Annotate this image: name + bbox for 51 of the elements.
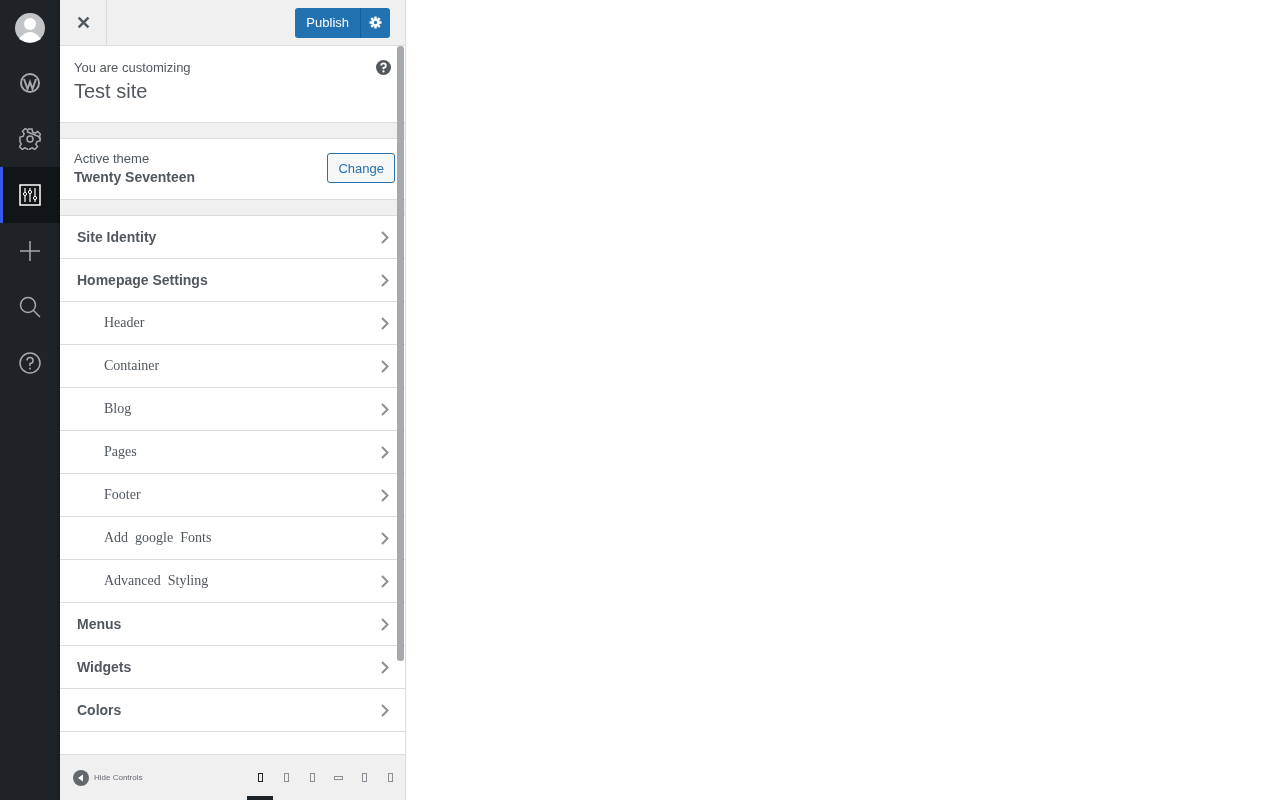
theme-name: Twenty Seventeen bbox=[74, 169, 196, 185]
chevron-icon bbox=[381, 531, 389, 545]
device-icon bbox=[309, 773, 315, 782]
scrollbar-thumb[interactable] bbox=[397, 46, 404, 661]
chevron-icon bbox=[381, 617, 389, 631]
section-item[interactable]: Widgets bbox=[60, 646, 405, 689]
subsection-item[interactable]: Header bbox=[60, 302, 405, 345]
section-item[interactable]: Colors bbox=[60, 689, 405, 732]
rail-item[interactable] bbox=[0, 167, 60, 223]
help-icon[interactable] bbox=[376, 60, 391, 75]
theme-label: Active theme bbox=[74, 151, 150, 166]
gear-icon[interactable] bbox=[19, 128, 41, 150]
site-title: Test site bbox=[74, 80, 149, 103]
wordpress-icon[interactable] bbox=[19, 72, 41, 94]
hide-controls-button[interactable]: Hide Controls bbox=[73, 769, 143, 786]
search-icon[interactable] bbox=[19, 296, 41, 318]
subsection-item[interactable]: Footer bbox=[60, 474, 405, 517]
chevron-icon bbox=[381, 230, 389, 244]
chevron-icon bbox=[381, 660, 389, 674]
device-icon bbox=[387, 773, 393, 782]
help-icon[interactable] bbox=[19, 352, 41, 374]
plus-icon[interactable] bbox=[19, 240, 41, 262]
collapse-icon bbox=[73, 769, 89, 786]
section-item[interactable]: Site Identity bbox=[60, 216, 405, 259]
gear-icon bbox=[369, 16, 382, 29]
chevron-icon bbox=[381, 273, 389, 287]
chevron-icon bbox=[381, 359, 389, 373]
subsection-item[interactable]: Add google Fonts bbox=[60, 517, 405, 560]
avatar-icon[interactable] bbox=[15, 12, 45, 43]
device-icon bbox=[361, 773, 367, 782]
subsection-item[interactable]: Pages bbox=[60, 431, 405, 474]
section-item[interactable]: Homepage Settings bbox=[60, 259, 405, 302]
section-item[interactable]: Menus bbox=[60, 603, 405, 646]
chevron-icon bbox=[381, 703, 389, 717]
chevron-icon bbox=[381, 316, 389, 330]
chevron-icon bbox=[381, 402, 389, 416]
device-icon bbox=[257, 773, 263, 782]
settings-button[interactable] bbox=[360, 7, 390, 38]
chevron-icon bbox=[381, 574, 389, 588]
close-button[interactable]: ✕ bbox=[60, 0, 107, 45]
customizing-label: You are customizing bbox=[74, 60, 191, 75]
device-icon bbox=[283, 773, 289, 782]
subsection-item[interactable]: Blog bbox=[60, 388, 405, 431]
chevron-icon bbox=[381, 488, 389, 502]
chevron-icon bbox=[381, 445, 389, 459]
publish-button[interactable]: Publish bbox=[295, 7, 360, 38]
change-button[interactable]: Change bbox=[327, 153, 395, 183]
subsection-item[interactable]: Container bbox=[60, 345, 405, 388]
device-icon bbox=[333, 775, 343, 780]
sliders-icon[interactable] bbox=[19, 184, 41, 206]
subsection-item[interactable]: Advanced Styling bbox=[60, 560, 405, 603]
